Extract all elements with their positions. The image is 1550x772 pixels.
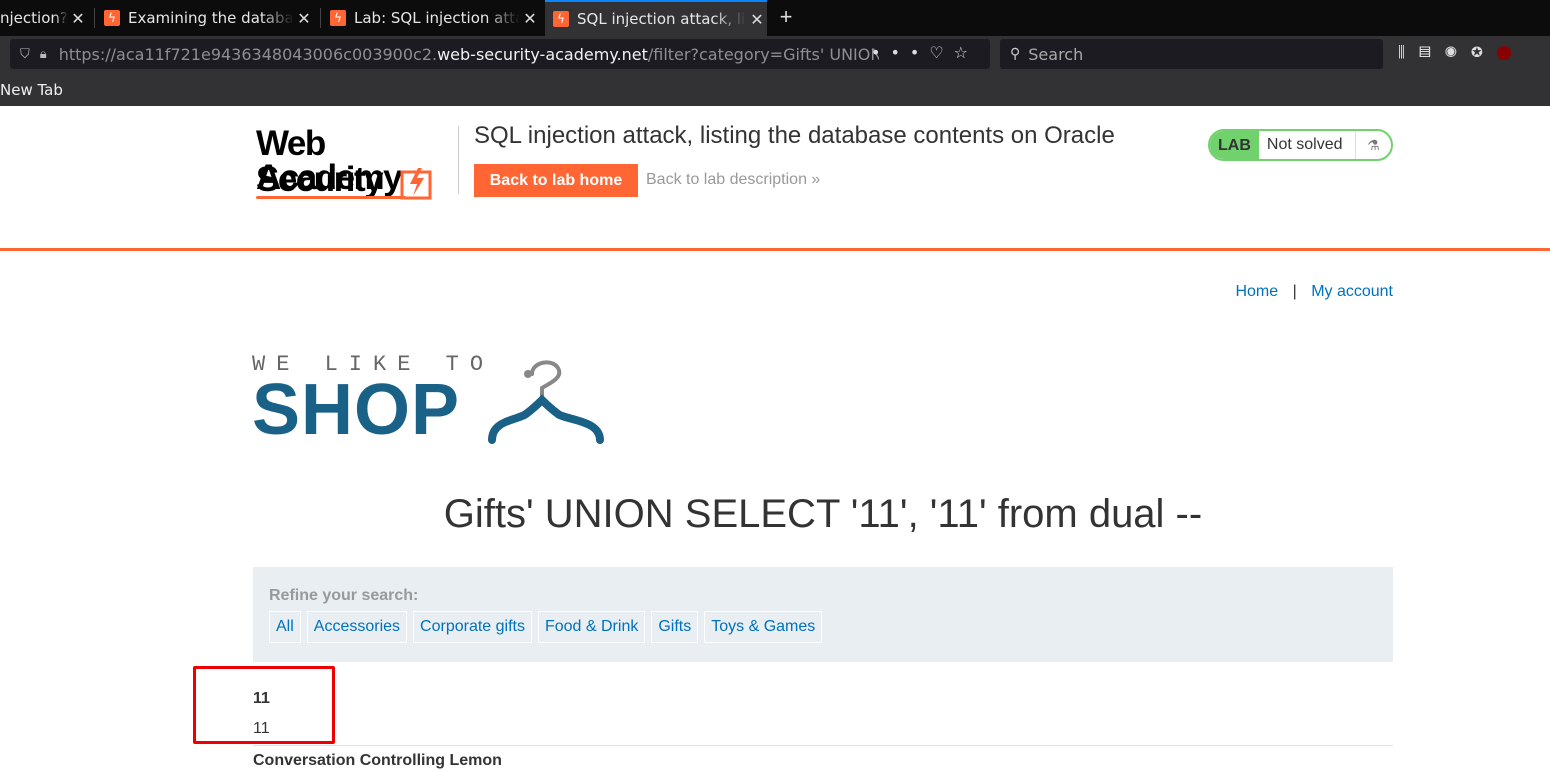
category-corporate-gifts[interactable]: Corporate gifts xyxy=(413,611,532,643)
url-bar[interactable]: ⛉ 🔒︎ https://aca11f721e9436348043006c003… xyxy=(10,39,990,69)
flask-icon: ⚗ xyxy=(1355,131,1391,159)
category-all[interactable]: All xyxy=(269,611,301,643)
back-to-lab-home-button[interactable]: Back to lab home xyxy=(474,164,638,197)
portswigger-favicon-icon: ϟ xyxy=(330,10,346,26)
home-link[interactable]: Home xyxy=(1235,283,1278,300)
my-account-link[interactable]: My account xyxy=(1311,283,1393,300)
browser-tab-bar: njection? ✕ ϟ Examining the database ✕ ϟ… xyxy=(0,0,1550,36)
more-icon: ••• xyxy=(871,43,930,62)
bookmark-new-tab[interactable]: New Tab xyxy=(0,81,63,99)
web-security-academy-logo[interactable]: Web Security Academy xyxy=(256,126,456,206)
shop-logo: WE LIKE TO SHOP xyxy=(252,352,612,448)
close-icon[interactable]: ✕ xyxy=(520,9,540,28)
close-icon[interactable]: ✕ xyxy=(747,10,767,29)
lock-icon[interactable]: 🔒︎ xyxy=(40,47,47,62)
category-gifts[interactable]: Gifts xyxy=(651,611,699,643)
shield-icon[interactable]: ⛉ xyxy=(20,47,30,62)
tab-label: Lab: SQL injection attack xyxy=(354,9,520,27)
lab-status-value: Not solved xyxy=(1266,136,1343,153)
search-input[interactable]: ⚲ Search xyxy=(1000,39,1383,69)
close-icon[interactable]: ✕ xyxy=(68,9,88,28)
tab-label: SQL injection attack, listing xyxy=(577,10,747,28)
tab-sql-injection[interactable]: njection? ✕ xyxy=(0,0,88,36)
sidebar-icon: ▤ xyxy=(1418,44,1445,61)
category-food-drink[interactable]: Food & Drink xyxy=(537,611,646,643)
tab-lab-sql-injection[interactable]: ϟ Lab: SQL injection attack ✕ xyxy=(330,0,540,36)
lab-header: Web Security Academy SQL injection attac… xyxy=(0,106,1550,251)
pocket-icon: ♡ xyxy=(929,43,954,62)
library-icon: ⫼ xyxy=(1398,44,1419,61)
category-title: Gifts' UNION SELECT '11', '11' from dual… xyxy=(443,492,1203,536)
toolbar-icons[interactable]: ⫼▤◉✪ xyxy=(1398,44,1511,61)
lab-title: SQL injection attack, listing the databa… xyxy=(474,122,1115,149)
star-icon: ☆ xyxy=(953,43,978,62)
hanger-icon xyxy=(488,360,604,444)
tab-label: njection? xyxy=(0,9,68,27)
highlight-annotation xyxy=(193,666,335,744)
result-name: 11 xyxy=(253,690,270,707)
lab-status-widget: LAB Not solved ⚗ xyxy=(1208,129,1393,161)
tab-active-sql-injection-listing[interactable]: ϟ SQL injection attack, listing ✕ xyxy=(545,0,767,36)
top-nav: Home | My account xyxy=(1235,283,1393,300)
category-accessories[interactable]: Accessories xyxy=(306,611,408,643)
search-icon: ⚲ xyxy=(1010,46,1021,62)
url-actions[interactable]: •••♡☆ xyxy=(871,43,978,62)
portswigger-favicon-icon: ϟ xyxy=(553,11,569,27)
bolt-icon xyxy=(400,168,432,200)
filter-panel: Refine your search: All Accessories Corp… xyxy=(253,567,1393,662)
result-description: 11 xyxy=(253,720,270,737)
browser-nav-bar: ⛉ 🔒︎ https://aca11f721e9436348043006c003… xyxy=(0,36,1550,74)
refine-label: Refine your search: xyxy=(269,587,419,604)
category-toys-games[interactable]: Toys & Games xyxy=(704,611,823,643)
extension-icon: ✪ xyxy=(1470,44,1497,61)
portswigger-favicon-icon: ϟ xyxy=(104,10,120,26)
account-icon: ◉ xyxy=(1444,44,1471,61)
url-text[interactable]: https://aca11f721e9436348043006c003900c2… xyxy=(59,45,879,64)
back-to-lab-description-link[interactable]: Back to lab description » xyxy=(646,171,820,189)
ublock-icon xyxy=(1496,46,1511,61)
bookmarks-bar: New Tab xyxy=(0,74,1550,106)
category-list: All Accessories Corporate gifts Food & D… xyxy=(269,611,823,643)
result-name: Conversation Controlling Lemon xyxy=(253,752,502,769)
lab-status-label: LAB xyxy=(1210,131,1259,159)
tab-examining-database[interactable]: ϟ Examining the database ✕ xyxy=(104,0,314,36)
tab-label: Examining the database xyxy=(128,9,294,27)
row-divider xyxy=(253,745,1393,746)
new-tab-icon[interactable]: + xyxy=(772,4,800,32)
close-icon[interactable]: ✕ xyxy=(294,9,314,28)
